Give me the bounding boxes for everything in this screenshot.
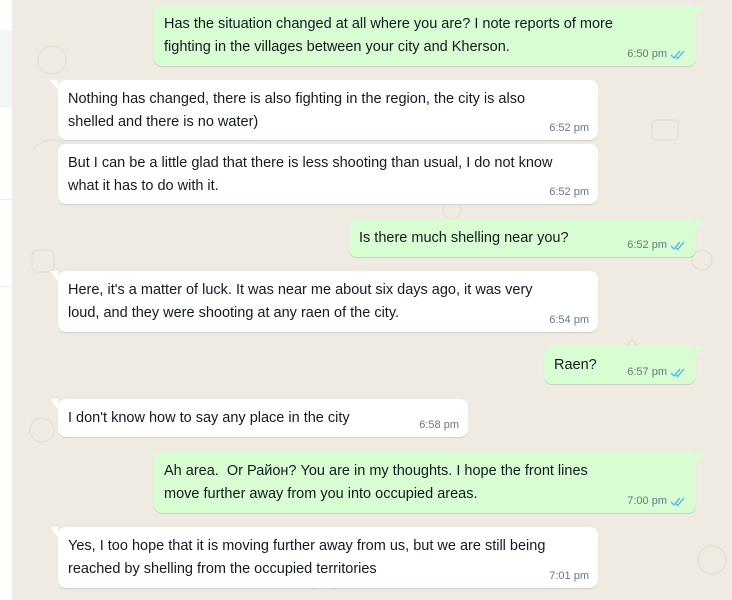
- message-text: Has the situation changed at all where y…: [164, 16, 617, 55]
- message-text: Here, it's a matter of luck. It was near…: [68, 282, 537, 321]
- message-bubble-outgoing[interactable]: Ah area. Or Район? You are in my thought…: [154, 452, 704, 513]
- message-text: I don't know how to say any place in the…: [68, 410, 350, 426]
- message-time: 6:52 pm: [549, 122, 589, 134]
- message-meta: 6:54 pm: [549, 313, 589, 327]
- message-time: 6:52 pm: [549, 186, 589, 198]
- double-check-read-icon: [670, 241, 685, 251]
- conversation-panel[interactable]: Has the situation changed at all where y…: [12, 0, 732, 600]
- message-meta: 7:00 pm: [627, 494, 687, 508]
- message-time: 7:01 pm: [549, 570, 589, 582]
- message-time: 6:52 pm: [627, 239, 667, 251]
- message-text: Ah area. Or Район? You are in my thought…: [164, 463, 592, 502]
- chat-list-divider: [0, 106, 12, 107]
- message-meta: 6:50 pm: [627, 47, 687, 61]
- chat-list-divider: [0, 286, 12, 287]
- double-check-read-icon: [670, 50, 685, 60]
- message-meta: 6:58 pm: [419, 418, 459, 432]
- chat-list-edge: [0, 0, 12, 600]
- chat-list-divider: [0, 199, 12, 200]
- message-bubble-incoming[interactable]: Here, it's a matter of luck. It was near…: [50, 271, 598, 332]
- double-check-read-icon: [670, 368, 685, 378]
- chat-list-selected-row[interactable]: [0, 30, 12, 106]
- message-bubble-incoming[interactable]: I don't know how to say any place in the…: [50, 399, 468, 437]
- message-meta: 6:52 pm: [549, 121, 589, 135]
- message-bubble-outgoing[interactable]: Has the situation changed at all where y…: [154, 5, 704, 66]
- message-bubble-incoming[interactable]: Nothing has changed, there is also fight…: [50, 80, 598, 140]
- message-bubble-outgoing[interactable]: Raen? 6:57 pm: [544, 346, 704, 384]
- message-meta: 7:01 pm: [549, 569, 589, 583]
- message-bubble-outgoing[interactable]: Is there much shelling near you? 6:52 pm: [349, 219, 704, 257]
- message-time: 6:54 pm: [549, 314, 589, 326]
- message-time: 6:50 pm: [627, 48, 667, 60]
- message-bubble-incoming[interactable]: But I can be a little glad that there is…: [58, 144, 598, 204]
- message-meta: 6:52 pm: [549, 185, 589, 199]
- message-text: But I can be a little glad that there is…: [68, 155, 557, 194]
- double-check-read-icon: [670, 497, 685, 507]
- message-time: 6:58 pm: [419, 419, 459, 431]
- message-time: 6:57 pm: [627, 366, 667, 378]
- message-meta: 6:52 pm: [627, 238, 687, 252]
- message-time: 7:00 pm: [627, 495, 667, 507]
- message-text: Nothing has changed, there is also fight…: [68, 91, 530, 130]
- message-meta: 6:57 pm: [627, 365, 687, 379]
- message-bubble-incoming[interactable]: Yes, I too hope that it is moving furthe…: [50, 527, 598, 588]
- message-text: Yes, I too hope that it is moving furthe…: [68, 538, 550, 577]
